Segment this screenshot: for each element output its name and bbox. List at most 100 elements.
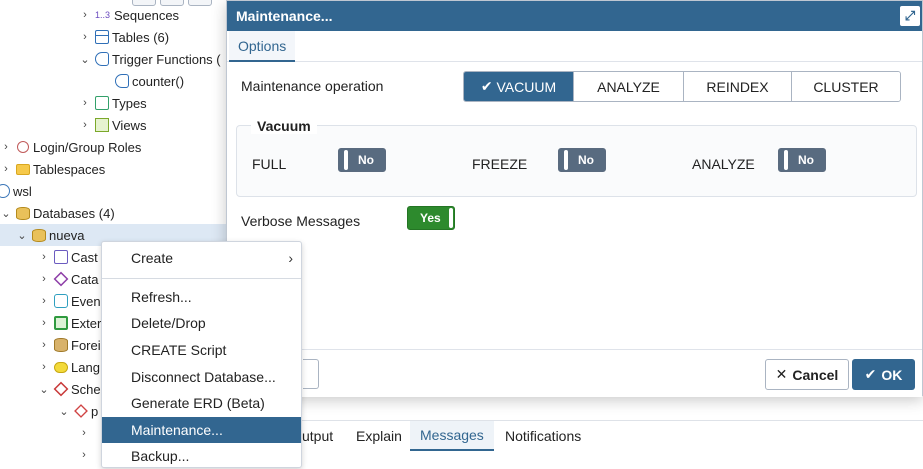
function-icon	[115, 74, 129, 88]
analyze-toggle[interactable]: No	[778, 148, 826, 172]
tree-node-sequences[interactable]: › 1..3 Sequences	[79, 4, 179, 26]
menu-item-create[interactable]: Create ›	[102, 245, 301, 271]
expand-icon[interactable]: ›	[38, 295, 50, 307]
vacuum-fieldset: Vacuum FULL No FREEZE No ANALYZE No	[236, 118, 917, 197]
dialog-tabs: Options	[227, 31, 922, 62]
tree-node-languages[interactable]: › Lang	[38, 356, 100, 378]
tree-node-databases[interactable]: ⌄ Databases (4)	[0, 202, 114, 224]
tab-options[interactable]: Options	[229, 31, 296, 62]
menu-item-disconnect[interactable]: Disconnect Database...	[102, 364, 301, 390]
cancel-button-label: Cancel	[792, 366, 839, 383]
tree-node-login-roles[interactable]: › Login/Group Roles	[0, 136, 141, 158]
table-icon	[95, 30, 109, 44]
help-button[interactable]	[303, 359, 319, 389]
tree-node-label: Trigger Functions (	[112, 51, 221, 67]
dialog-header[interactable]: Maintenance... ⤢	[227, 1, 922, 31]
query-result-tabs: utput Explain Messages Notifications	[302, 420, 923, 452]
cancel-button[interactable]: ✕ Cancel	[765, 359, 849, 390]
menu-item-create-script[interactable]: CREATE Script	[102, 337, 301, 363]
tab-explain[interactable]: Explain	[356, 421, 402, 451]
expand-icon[interactable]: ›	[38, 339, 50, 351]
context-menu: Create › Refresh... Delete/Drop CREATE S…	[101, 241, 302, 468]
expand-icon[interactable]: ›	[78, 449, 90, 461]
vacuum-legend: Vacuum	[251, 118, 317, 134]
toolbar-button[interactable]	[188, 0, 212, 6]
tree-node-event-triggers[interactable]: › Even	[38, 290, 101, 312]
expand-icon[interactable]: ›	[0, 141, 12, 153]
analyze-option[interactable]: ANALYZE	[573, 72, 683, 101]
menu-item-generate-erd[interactable]: Generate ERD (Beta)	[102, 390, 301, 416]
check-icon: ✔	[480, 78, 497, 94]
tree-node-child[interactable]: ›	[78, 422, 94, 444]
database-icon	[32, 228, 46, 242]
ok-button[interactable]: ✔ OK	[852, 359, 915, 390]
tree-node-casts[interactable]: › Cast	[38, 246, 98, 268]
expand-icon[interactable]: ›	[0, 163, 12, 175]
tree-node-foreign[interactable]: › Forei	[38, 334, 100, 356]
tab-notifications[interactable]: Notifications	[505, 421, 581, 451]
schema-icon	[53, 381, 69, 397]
vacuum-option[interactable]: ✔ VACUUM	[464, 72, 573, 101]
server-icon	[0, 184, 10, 198]
databases-icon	[16, 206, 30, 220]
tree-node-tablespaces[interactable]: › Tablespaces	[0, 158, 105, 180]
tab-data-output[interactable]: utput	[302, 421, 333, 451]
cluster-option[interactable]: CLUSTER	[791, 72, 900, 101]
expand-icon[interactable]: ›	[79, 9, 91, 21]
tree-node-views[interactable]: › Views	[79, 114, 146, 136]
trigger-function-icon	[95, 52, 109, 66]
tree-node-label: Views	[112, 117, 147, 133]
chevron-right-icon: ›	[288, 250, 293, 266]
collapse-icon[interactable]: ⌄	[0, 207, 12, 220]
expand-icon[interactable]: ›	[78, 427, 90, 439]
expand-icon[interactable]: ›	[38, 317, 50, 329]
tree-node-trigger-functions[interactable]: ⌄ Trigger Functions (	[79, 48, 221, 70]
sequence-icon: 1..3	[95, 10, 111, 20]
types-icon	[95, 96, 109, 110]
reindex-option[interactable]: REINDEX	[683, 72, 791, 101]
tablespace-icon	[16, 163, 30, 175]
event-trigger-icon	[54, 294, 68, 308]
collapse-icon[interactable]: ⌄	[58, 405, 70, 418]
verbose-messages-toggle[interactable]: Yes	[407, 206, 455, 230]
tree-node-catalogs[interactable]: › Cata	[38, 268, 98, 290]
expand-icon[interactable]: ›	[79, 31, 91, 43]
tree-node-public[interactable]: ⌄ p	[58, 400, 98, 422]
check-icon: ✔	[864, 366, 877, 382]
tab-messages[interactable]: Messages	[410, 421, 494, 451]
menu-item-label: Create	[131, 250, 174, 266]
expand-icon[interactable]: ›	[79, 119, 91, 131]
cast-icon	[54, 250, 68, 264]
menu-item-backup[interactable]: Backup...	[102, 443, 301, 469]
expand-icon[interactable]: ›	[79, 97, 91, 109]
menu-item-refresh[interactable]: Refresh...	[102, 284, 301, 310]
expand-icon[interactable]: ›	[38, 273, 50, 285]
collapse-icon[interactable]: ⌄	[79, 53, 91, 66]
extension-icon	[54, 316, 68, 330]
tree-node-child[interactable]: ›	[78, 444, 94, 466]
menu-item-maintenance[interactable]: Maintenance...	[102, 417, 301, 443]
tree-node-label: Exter	[71, 315, 102, 331]
tree-node-server[interactable]: wsl	[0, 180, 32, 202]
analyze-label: ANALYZE	[692, 156, 755, 172]
maximize-icon[interactable]: ⤢	[900, 6, 920, 26]
tree-node-schemas[interactable]: ⌄ Sche	[38, 378, 100, 400]
tree-node-label: Lang	[71, 359, 100, 375]
verbose-toggle-value: Yes	[420, 211, 441, 225]
expand-icon[interactable]: ›	[38, 251, 50, 263]
menu-item-delete[interactable]: Delete/Drop	[102, 310, 301, 336]
tree-node-tables[interactable]: › Tables (6)	[79, 26, 169, 48]
collapse-icon[interactable]: ⌄	[16, 229, 28, 242]
tree-node-label: Even	[71, 293, 101, 309]
tree-node-extensions[interactable]: › Exter	[38, 312, 101, 334]
collapse-icon[interactable]: ⌄	[38, 383, 50, 396]
roles-icon	[17, 141, 29, 153]
freeze-toggle[interactable]: No	[558, 148, 606, 172]
menu-divider	[102, 278, 301, 279]
verbose-messages-label: Verbose Messages	[241, 213, 361, 229]
tree-node-label: Cata	[71, 271, 99, 287]
tree-node-counter[interactable]: counter()	[115, 70, 184, 92]
expand-icon[interactable]: ›	[38, 361, 50, 373]
tree-node-types[interactable]: › Types	[79, 92, 147, 114]
full-toggle[interactable]: No	[338, 148, 386, 172]
